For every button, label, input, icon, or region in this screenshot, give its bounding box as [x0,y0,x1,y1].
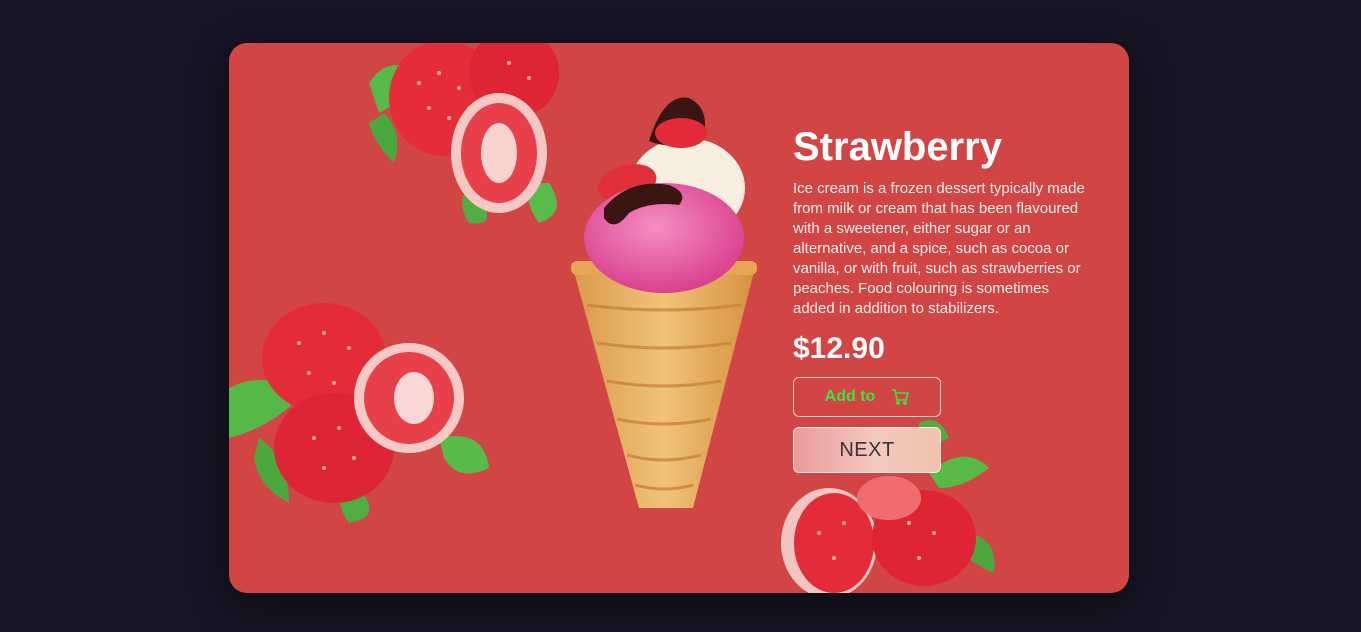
add-to-cart-button[interactable]: Add to [793,377,941,417]
strawberry-cluster-top [369,43,559,224]
product-info: Strawberry Ice cream is a frozen dessert… [793,123,1093,473]
add-to-cart-label: Add to [824,388,876,405]
next-button[interactable]: NEXT [793,427,941,473]
strawberry-cluster-left [229,303,489,523]
product-card: Strawberry Ice cream is a frozen dessert… [229,43,1129,593]
product-price: $12.90 [793,332,885,365]
cart-icon [892,389,910,405]
ice-cream-cone-image [571,97,757,508]
product-description: Ice cream is a frozen dessert typically … [793,180,1085,317]
product-title: Strawberry [793,125,1002,169]
